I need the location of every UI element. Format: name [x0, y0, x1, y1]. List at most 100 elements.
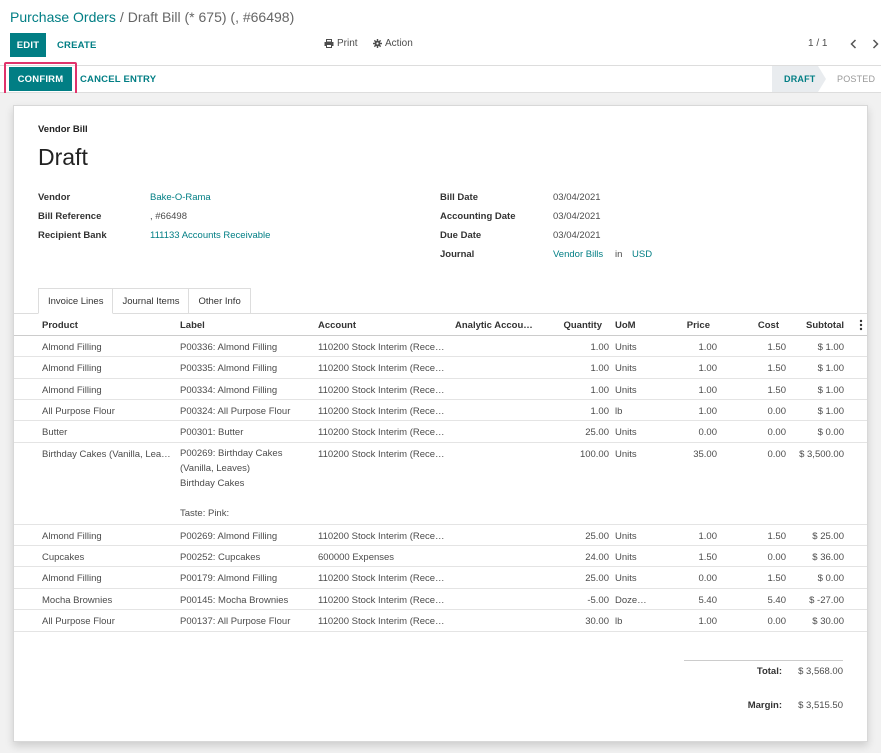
- tab-journal-items[interactable]: Journal Items: [112, 288, 190, 314]
- cell-cost: 0.00: [767, 427, 787, 438]
- cell-product: Almond Filling: [42, 342, 102, 353]
- vendor-field[interactable]: Bake-O-Rama: [150, 192, 211, 203]
- cell-label: P00269: Almond Filling: [180, 531, 278, 542]
- table-row[interactable]: Almond Filling P00269: Almond Filling 11…: [14, 525, 867, 546]
- tab-other-info[interactable]: Other Info: [188, 288, 251, 314]
- cell-price: 35.00: [693, 449, 717, 460]
- cell-uom: lb: [615, 406, 623, 417]
- document-title: Draft: [38, 144, 88, 170]
- journal-field[interactable]: Vendor Bills: [553, 249, 603, 260]
- table-row[interactable]: Almond Filling P00334: Almond Filling 11…: [14, 379, 867, 400]
- column-header-cost[interactable]: Cost: [729, 320, 779, 331]
- bill-reference-field[interactable]: , #66498: [150, 211, 187, 222]
- cell-uom: Doze…: [615, 595, 647, 606]
- currency-field[interactable]: USD: [632, 249, 652, 260]
- label-line: Taste: Pink:: [180, 508, 230, 519]
- accounting-date-field[interactable]: 03/04/2021: [553, 211, 601, 222]
- cell-account: 110200 Stock Interim (Rece…: [318, 573, 445, 584]
- cell-cost: 0.00: [767, 616, 787, 627]
- cell-uom: Units: [615, 573, 637, 584]
- cell-cost: 0.00: [767, 406, 787, 417]
- label-line: P00269: Birthday Cakes: [180, 448, 283, 459]
- cell-price: 1.00: [698, 531, 718, 542]
- cell-label: P00336: Almond Filling: [180, 342, 278, 353]
- column-header-account[interactable]: Account: [318, 320, 356, 331]
- cell-account: 110200 Stock Interim (Rece…: [318, 427, 445, 438]
- table-header: Product Label Account Analytic Accou… Qu…: [14, 314, 867, 336]
- cell-account: 600000 Expenses: [318, 552, 395, 563]
- journal-in-text: in: [615, 249, 623, 260]
- print-label: Print: [337, 38, 358, 49]
- label-line: Birthday Cakes: [180, 478, 245, 489]
- due-date-field[interactable]: 03/04/2021: [553, 230, 601, 241]
- column-header-quantity[interactable]: Quantity: [544, 320, 602, 331]
- journal-label: Journal: [440, 249, 475, 260]
- table-row[interactable]: Almond Filling P00179: Almond Filling 11…: [14, 567, 867, 589]
- cell-quantity: -5.00: [587, 595, 609, 606]
- pager-value[interactable]: 1 / 1: [808, 38, 827, 49]
- cell-price: 1.00: [698, 363, 718, 374]
- table-row[interactable]: Cupcakes P00252: Cupcakes 600000 Expense…: [14, 546, 867, 567]
- breadcrumb-parent-link[interactable]: Purchase Orders: [10, 9, 116, 25]
- cell-label: P00334: Almond Filling: [180, 385, 278, 396]
- action-label: Action: [385, 38, 413, 49]
- form-sheet: Vendor Bill Draft Vendor Bake-O-Rama Bil…: [13, 105, 868, 742]
- tab-invoice-lines[interactable]: Invoice Lines: [38, 288, 114, 314]
- chevron-left-icon: [849, 38, 857, 52]
- column-header-price[interactable]: Price: [654, 320, 710, 331]
- cell-quantity: 30.00: [585, 616, 609, 627]
- column-header-subtotal[interactable]: Subtotal: [784, 320, 844, 331]
- cell-subtotal: $ -27.00: [809, 595, 844, 606]
- table-row[interactable]: Almond Filling P00336: Almond Filling 11…: [14, 336, 867, 357]
- cell-price: 1.00: [698, 616, 718, 627]
- printer-icon: [324, 39, 334, 48]
- cell-cost: 1.50: [767, 342, 787, 353]
- print-menu-button[interactable]: Print: [324, 38, 358, 49]
- table-row[interactable]: All Purpose Flour P00137: All Purpose Fl…: [14, 610, 867, 632]
- recipient-bank-field[interactable]: 111133 Accounts Receivable: [150, 230, 270, 241]
- table-row[interactable]: Birthday Cakes (Vanilla, Lea… P00269: Bi…: [14, 443, 867, 525]
- action-menu-button[interactable]: Action: [373, 38, 413, 49]
- edit-button[interactable]: EDIT: [10, 33, 46, 57]
- bill-date-field[interactable]: 03/04/2021: [553, 192, 601, 203]
- column-header-analytic-account[interactable]: Analytic Accou…: [455, 320, 533, 331]
- cell-label: P00137: All Purpose Flour: [180, 616, 291, 627]
- table-row[interactable]: Butter P00301: Butter 110200 Stock Inter…: [14, 421, 867, 443]
- confirm-button[interactable]: CONFIRM: [9, 67, 72, 91]
- pager-previous-button[interactable]: [846, 37, 860, 53]
- cell-label: P00335: Almond Filling: [180, 363, 278, 374]
- optional-columns-icon[interactable]: [858, 319, 864, 331]
- cell-label: P00324: All Purpose Flour: [180, 406, 291, 417]
- cell-subtotal: $ 1.00: [817, 406, 844, 417]
- cell-subtotal: $ 0.00: [817, 427, 844, 438]
- column-header-uom[interactable]: UoM: [615, 320, 636, 331]
- cell-quantity: 1.00: [590, 363, 610, 374]
- due-date-label: Due Date: [440, 230, 482, 241]
- chevron-right-icon: [872, 38, 879, 52]
- cell-cost: 1.50: [767, 573, 787, 584]
- table-row[interactable]: All Purpose Flour P00324: All Purpose Fl…: [14, 400, 867, 421]
- control-panel: Purchase Orders / Draft Bill (* 675) (, #6…: [0, 0, 881, 66]
- cell-product: Almond Filling: [42, 385, 102, 396]
- cell-uom: Units: [615, 385, 637, 396]
- table-row[interactable]: Almond Filling P00335: Almond Filling 11…: [14, 357, 867, 379]
- column-header-label[interactable]: Label: [180, 320, 205, 331]
- column-header-product[interactable]: Product: [42, 320, 78, 331]
- cancel-entry-button[interactable]: CANCEL ENTRY: [80, 67, 156, 91]
- pager-next-button[interactable]: [868, 37, 881, 53]
- cell-cost: 1.50: [767, 385, 787, 396]
- create-button[interactable]: CREATE: [52, 33, 102, 57]
- table-row[interactable]: Mocha Brownies P00145: Mocha Brownies 11…: [14, 589, 867, 610]
- cell-quantity: 1.00: [590, 406, 610, 417]
- cell-uom: Units: [615, 342, 637, 353]
- cell-account: 110200 Stock Interim (Rece…: [318, 531, 445, 542]
- cell-quantity: 1.00: [590, 385, 610, 396]
- cell-price: 1.00: [698, 406, 718, 417]
- breadcrumb: Purchase Orders / Draft Bill (* 675) (, #6…: [10, 8, 294, 26]
- recipient-bank-label: Recipient Bank: [38, 230, 107, 241]
- cell-product: Almond Filling: [42, 531, 102, 542]
- totals-divider: [684, 660, 843, 661]
- cell-uom: Units: [615, 449, 637, 460]
- stage-posted[interactable]: POSTED: [828, 66, 881, 92]
- cell-label: P00179: Almond Filling: [180, 573, 278, 584]
